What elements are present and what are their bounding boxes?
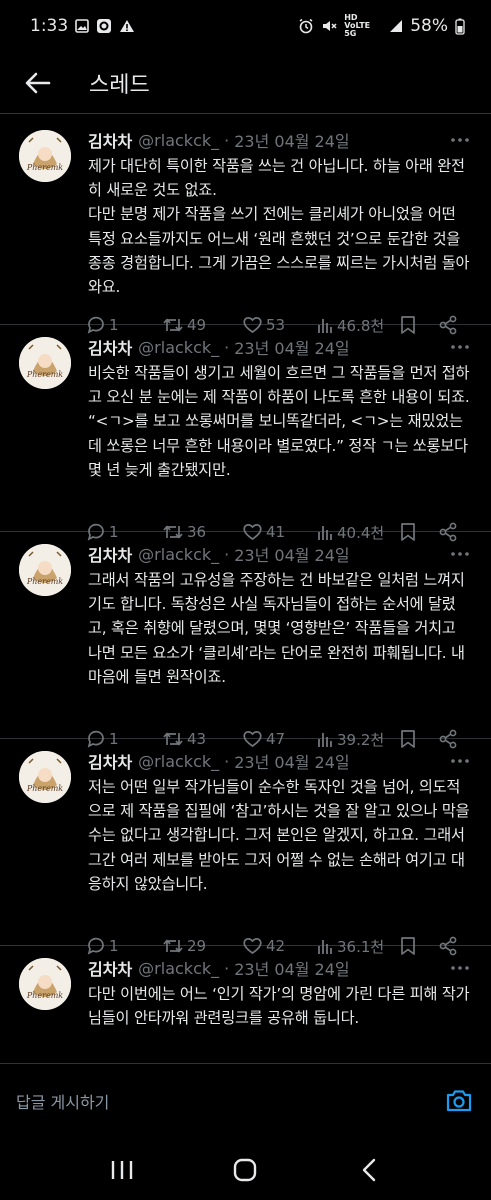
tweet-header: 김차차 @rlackck_ · 23년 04월 24일 xyxy=(88,747,431,775)
tweet-text-content: 저는 어떤 일부 작가님들이 순수한 독자인 것을 넘어, 의도적으로 제 작품… xyxy=(88,778,470,893)
alarm-icon xyxy=(298,18,314,34)
avatar[interactable]: Pheremk xyxy=(19,751,71,803)
avatar-illustration: Pheremk xyxy=(19,751,71,803)
tweet-text-content: 그래서 작품의 고유성을 주장하는 건 바보같은 일처럼 느껴지기도 합니다. … xyxy=(88,571,465,686)
author-handle[interactable]: @rlackck_ xyxy=(138,752,219,771)
more-options-button[interactable] xyxy=(451,546,469,562)
reply-input[interactable] xyxy=(16,1084,396,1120)
tweet-text-content: 제가 대단히 특이한 작품을 쓰는 건 아닙니다. 하늘 아래 완전히 새로운 … xyxy=(88,157,470,297)
tweet-date[interactable]: 23년 04월 24일 xyxy=(234,542,349,566)
more-icon xyxy=(451,138,469,142)
avatar[interactable]: Pheremk xyxy=(19,544,71,596)
camera-button[interactable] xyxy=(445,1087,473,1115)
more-icon xyxy=(451,552,469,556)
avatar-illustration: Pheremk xyxy=(19,337,71,389)
author-handle[interactable]: @rlackck_ xyxy=(138,131,219,150)
tweet-text: 제가 대단히 특이한 작품을 쓰는 건 아닙니다. 하늘 아래 완전히 새로운 … xyxy=(88,154,470,299)
tweet[interactable]: Pheremk 김차차 @rlackck_ · 23년 04월 24일 비슷한 … xyxy=(0,325,491,542)
status-bar: 1:33 HD VoLTE 5G 58% xyxy=(0,0,491,52)
separator-dot: · xyxy=(224,751,230,771)
back-arrow-icon xyxy=(25,72,51,93)
svg-text:Pheremk: Pheremk xyxy=(26,370,63,379)
avatar-illustration: Pheremk xyxy=(19,958,71,1010)
tweet-header: 김차차 @rlackck_ · 23년 04월 24일 xyxy=(88,126,431,154)
tweet-date[interactable]: 23년 04월 24일 xyxy=(234,128,349,152)
separator-dot: · xyxy=(224,958,230,978)
network-label: HD VoLTE 5G xyxy=(344,13,371,38)
avatar[interactable]: Pheremk xyxy=(19,958,71,1010)
svg-text:Pheremk: Pheremk xyxy=(26,577,63,586)
camera-icon xyxy=(446,1090,472,1112)
tweet-text: 다만 이번에는 어느 ‘인기 작가’의 명암에 가린 다른 피해 작가님들이 안… xyxy=(88,982,470,1030)
tweet-date[interactable]: 23년 04월 24일 xyxy=(234,335,349,359)
tweet-text: 저는 어떤 일부 작가님들이 순수한 독자인 것을 넘어, 의도적으로 제 작품… xyxy=(88,775,470,896)
battery-level: 58% xyxy=(410,16,448,36)
separator-dot: · xyxy=(224,130,230,150)
more-options-button[interactable] xyxy=(451,753,469,769)
more-icon xyxy=(451,759,469,763)
more-options-button[interactable] xyxy=(451,132,469,148)
tweet-header: 김차차 @rlackck_ · 23년 04월 24일 xyxy=(88,333,431,361)
network-icon: HD VoLTE 5G xyxy=(344,14,382,38)
recent-apps-button[interactable] xyxy=(102,1150,142,1190)
back-button[interactable] xyxy=(25,70,51,96)
more-icon xyxy=(451,345,469,349)
home-button[interactable] xyxy=(225,1150,265,1190)
separator-dot: · xyxy=(224,544,230,564)
battery-icon xyxy=(455,18,465,35)
avatar[interactable]: Pheremk xyxy=(19,337,71,389)
reply-composer xyxy=(0,1063,491,1139)
tweet-text-content: 비슷한 작품들이 생기고 세월이 흐르면 그 작품들을 먼저 접하고 오신 분 … xyxy=(88,364,470,479)
mute-icon xyxy=(321,18,337,34)
status-right: HD VoLTE 5G 58% xyxy=(298,14,465,38)
author-handle[interactable]: @rlackck_ xyxy=(138,959,219,978)
thread-header: 스레드 xyxy=(0,52,491,114)
signal-icon xyxy=(389,19,403,33)
avatar[interactable]: Pheremk xyxy=(19,130,71,182)
author-name[interactable]: 김차차 xyxy=(88,335,132,359)
tweet-text: 그래서 작품의 고유성을 주장하는 건 바보같은 일처럼 느껴지기도 합니다. … xyxy=(88,568,470,689)
home-icon xyxy=(234,1158,257,1181)
author-name[interactable]: 김차차 xyxy=(88,542,132,566)
avatar-illustration: Pheremk xyxy=(19,544,71,596)
tweet[interactable]: Pheremk 김차차 @rlackck_ · 23년 04월 24일 다만 이… xyxy=(0,946,491,1063)
author-name[interactable]: 김차차 xyxy=(88,128,132,152)
page-title: 스레드 xyxy=(89,72,150,98)
author-name[interactable]: 김차차 xyxy=(88,956,132,980)
warning-icon xyxy=(119,19,135,33)
tweet-text-content: 다만 이번에는 어느 ‘인기 작가’의 명암에 가린 다른 피해 작가님들이 안… xyxy=(88,985,470,1028)
avatar-illustration: Pheremk xyxy=(19,130,71,182)
separator-dot: · xyxy=(224,337,230,357)
tweet-date[interactable]: 23년 04월 24일 xyxy=(234,956,349,980)
author-name[interactable]: 김차차 xyxy=(88,749,132,773)
tweet[interactable]: Pheremk 김차차 @rlackck_ · 23년 04월 24일 제가 대… xyxy=(0,118,491,335)
svg-text:Pheremk: Pheremk xyxy=(26,163,63,172)
tweet-header: 김차차 @rlackck_ · 23년 04월 24일 xyxy=(88,954,431,982)
author-handle[interactable]: @rlackck_ xyxy=(138,545,219,564)
chevron-left-icon xyxy=(362,1158,376,1181)
more-icon xyxy=(451,966,469,970)
svg-text:Pheremk: Pheremk xyxy=(26,784,63,793)
tweet-date[interactable]: 23년 04월 24일 xyxy=(234,749,349,773)
system-nav-bar xyxy=(0,1139,491,1200)
tweet-header: 김차차 @rlackck_ · 23년 04월 24일 xyxy=(88,540,431,568)
status-time: 1:33 xyxy=(30,16,69,36)
tweet[interactable]: Pheremk 김차차 @rlackck_ · 23년 04월 24일 저는 어… xyxy=(0,739,491,956)
more-options-button[interactable] xyxy=(451,339,469,355)
svg-text:Pheremk: Pheremk xyxy=(26,991,63,1000)
more-options-button[interactable] xyxy=(451,960,469,976)
author-handle[interactable]: @rlackck_ xyxy=(138,338,219,357)
thread-list[interactable]: Pheremk 김차차 @rlackck_ · 23년 04월 24일 제가 대… xyxy=(0,118,491,1063)
recent-apps-icon xyxy=(111,1160,133,1179)
app-notification-icon xyxy=(96,18,112,34)
tweet[interactable]: Pheremk 김차차 @rlackck_ · 23년 04월 24일 그래서 … xyxy=(0,532,491,749)
gallery-icon xyxy=(75,19,89,33)
system-back-button[interactable] xyxy=(349,1150,389,1190)
status-left: 1:33 xyxy=(30,16,135,36)
tweet-text: 비슷한 작품들이 생기고 세월이 흐르면 그 작품들을 먼저 접하고 오신 분 … xyxy=(88,361,470,482)
